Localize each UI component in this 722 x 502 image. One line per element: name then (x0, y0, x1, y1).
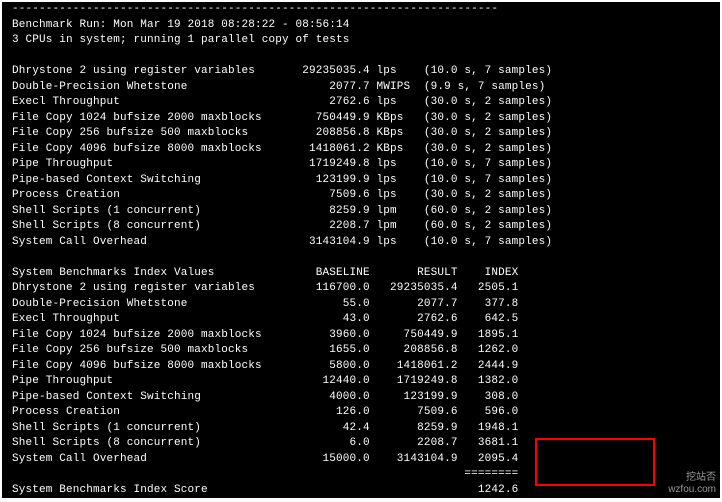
score-rule: ======== (12, 468, 518, 480)
score-line: System Benchmarks Index Score 1242.6 (12, 484, 518, 496)
cpu-info-line: 3 CPUs in system; running 1 parallel cop… (12, 34, 350, 46)
index-header-row: System Benchmarks Index Values BASELINE … (12, 267, 518, 279)
watermark-line1: 挖站否 (668, 472, 716, 484)
watermark: 挖站否 wzfou.com (668, 472, 716, 496)
benchmark-run-line: Benchmark Run: Mon Mar 19 2018 08:28:22 … (12, 19, 350, 31)
terminal-output: ----------------------------------------… (2, 2, 720, 498)
results-block: Dhrystone 2 using register variables 292… (12, 65, 552, 248)
watermark-line2: wzfou.com (668, 484, 716, 496)
index-block: Dhrystone 2 using register variables 116… (12, 282, 518, 465)
separator-line: ----------------------------------------… (12, 3, 498, 15)
